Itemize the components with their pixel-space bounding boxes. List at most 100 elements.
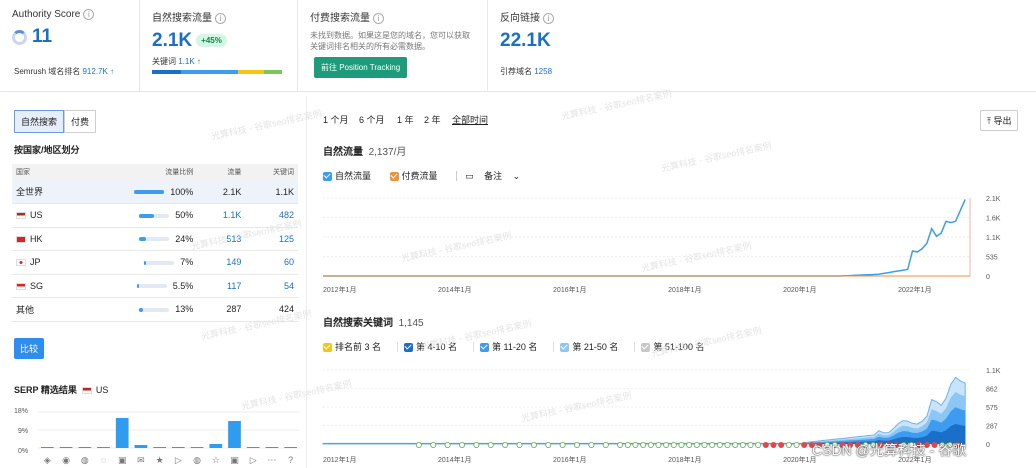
- update-marker[interactable]: [647, 442, 654, 449]
- range-0[interactable]: 1 个月: [323, 113, 349, 126]
- update-marker[interactable]: [709, 442, 716, 449]
- update-marker[interactable]: [778, 442, 785, 449]
- organic-sub-value[interactable]: 1.1K ↑: [178, 57, 201, 66]
- backlinks-card[interactable]: 反向链接 i 22.1K 引荐域名 1258: [488, 0, 1036, 92]
- serp-bar[interactable]: [209, 444, 223, 448]
- keyword-area-layer[interactable]: [322, 376, 966, 445]
- keywords-cell[interactable]: 54: [245, 274, 298, 298]
- range-4[interactable]: 全部时间: [452, 113, 488, 126]
- update-marker[interactable]: [530, 442, 537, 449]
- update-marker[interactable]: [686, 442, 693, 449]
- table-row[interactable]: JP 7% 149 60: [12, 250, 298, 275]
- update-marker[interactable]: [670, 442, 677, 449]
- update-marker[interactable]: [724, 442, 731, 449]
- update-marker[interactable]: [588, 442, 595, 449]
- organic-card[interactable]: 自然搜索流量 i 2.1K +45% 关键词 1.1K ↑: [140, 0, 298, 92]
- serp-feature-icon[interactable]: ▷: [250, 455, 257, 465]
- range-3[interactable]: 2 年: [424, 113, 441, 126]
- serp-bar[interactable]: [190, 447, 204, 448]
- table-row[interactable]: US 50% 1.1K 482: [12, 203, 298, 228]
- update-marker[interactable]: [487, 442, 494, 449]
- serp-feature-icon[interactable]: ☆: [212, 455, 220, 465]
- legend-kw-3[interactable]: 第 21-50 名: [553, 342, 627, 353]
- table-row[interactable]: SG 5.5% 117 54: [12, 274, 298, 298]
- update-marker[interactable]: [559, 442, 566, 449]
- update-marker[interactable]: [762, 442, 769, 449]
- range-1[interactable]: 6 个月: [359, 113, 385, 126]
- update-marker[interactable]: [516, 442, 523, 449]
- update-marker[interactable]: [502, 442, 509, 449]
- info-icon[interactable]: i: [543, 12, 554, 24]
- legend-kw-0[interactable]: 排名前 3 名: [323, 342, 389, 353]
- authority-card[interactable]: Authority Score i 11 Semrush 域名排名 912.7K …: [0, 0, 140, 92]
- info-icon[interactable]: i: [373, 12, 384, 24]
- tab-paid[interactable]: 付费: [64, 110, 97, 133]
- serp-bar[interactable]: [153, 447, 166, 448]
- col-traffic[interactable]: 流量: [197, 164, 246, 180]
- traffic-chart[interactable]: 2.1K 1.6K 1.1K 535 0 2012年1月 2014年1月 2016年1月 201…: [320, 190, 1020, 295]
- info-icon[interactable]: i: [215, 12, 226, 24]
- update-marker[interactable]: [755, 442, 762, 449]
- serp-feature-icon[interactable]: ▣: [230, 455, 239, 465]
- traffic-cell[interactable]: 149: [197, 250, 246, 275]
- col-share[interactable]: 流量比例: [75, 164, 198, 180]
- update-marker[interactable]: [785, 442, 792, 449]
- serp-bar[interactable]: [284, 447, 297, 448]
- backlinks-sub-value[interactable]: 1258: [534, 67, 552, 76]
- update-marker[interactable]: [770, 442, 777, 449]
- serp-bar[interactable]: [134, 445, 148, 448]
- tab-organic[interactable]: 自然搜索: [14, 110, 65, 133]
- update-marker[interactable]: [739, 442, 746, 449]
- backlinks-value[interactable]: 22.1K: [500, 30, 551, 51]
- serp-bar[interactable]: [97, 447, 110, 448]
- export-button[interactable]: ⤒ 导出: [980, 110, 1019, 131]
- serp-feature-icon[interactable]: ◌: [101, 455, 106, 465]
- serp-feature-icon[interactable]: ◍: [81, 455, 89, 465]
- serp-bar[interactable]: [172, 447, 185, 448]
- range-2[interactable]: 1 年: [397, 113, 414, 126]
- serp-bar[interactable]: [78, 447, 92, 448]
- update-marker[interactable]: [602, 442, 609, 449]
- authority-sub-value[interactable]: 912.7K ↑: [82, 67, 114, 76]
- update-marker[interactable]: [801, 442, 808, 449]
- update-marker[interactable]: [701, 442, 708, 449]
- serp-feature-icon[interactable]: ★: [156, 455, 164, 465]
- update-marker[interactable]: [678, 442, 685, 449]
- country-cell[interactable]: HK: [12, 227, 76, 251]
- organic-value[interactable]: 2.1K: [152, 30, 192, 51]
- country-cell[interactable]: US: [12, 203, 76, 228]
- legend-paid[interactable]: 付费流量: [389, 171, 446, 182]
- serp-feature-icon[interactable]: ?: [288, 455, 293, 465]
- update-marker[interactable]: [732, 442, 739, 449]
- serp-feature-icon[interactable]: ⋯: [267, 455, 276, 465]
- update-marker[interactable]: [430, 442, 437, 449]
- compare-button[interactable]: 比较: [14, 338, 45, 359]
- serp-bar[interactable]: [115, 418, 129, 448]
- serp-feature-icon[interactable]: ◈: [44, 455, 51, 465]
- country-cell[interactable]: SG: [12, 274, 76, 298]
- update-marker[interactable]: [655, 442, 662, 449]
- country-cell[interactable]: JP: [12, 250, 76, 275]
- col-country[interactable]: 国家: [12, 164, 76, 180]
- position-tracking-button[interactable]: 前往 Position Tracking: [314, 57, 408, 78]
- paid-card[interactable]: 付费搜索流量 i 未找到数据。如果这是您的域名，您可以获取关键词排名相关的所有必需…: [298, 0, 488, 92]
- serp-feature-icon[interactable]: ▣: [118, 455, 127, 465]
- serp-feature-icon[interactable]: ▷: [175, 455, 182, 465]
- keywords-cell[interactable]: 60: [245, 250, 298, 275]
- legend-organic[interactable]: 自然流量: [323, 171, 379, 182]
- serp-bar[interactable]: [41, 447, 54, 448]
- info-icon[interactable]: i: [83, 9, 95, 20]
- update-marker[interactable]: [747, 442, 754, 449]
- traffic-cell[interactable]: 1.1K: [197, 203, 246, 228]
- update-marker[interactable]: [458, 442, 465, 449]
- serp-bar[interactable]: [228, 421, 241, 448]
- serp-feature-icon[interactable]: ◍: [193, 455, 201, 465]
- update-marker[interactable]: [617, 442, 624, 449]
- update-marker[interactable]: [473, 442, 480, 449]
- update-marker[interactable]: [415, 442, 422, 449]
- update-marker[interactable]: [640, 442, 647, 449]
- update-marker[interactable]: [793, 442, 800, 449]
- update-marker[interactable]: [574, 442, 581, 449]
- update-marker[interactable]: [693, 442, 700, 449]
- update-marker[interactable]: [444, 442, 451, 449]
